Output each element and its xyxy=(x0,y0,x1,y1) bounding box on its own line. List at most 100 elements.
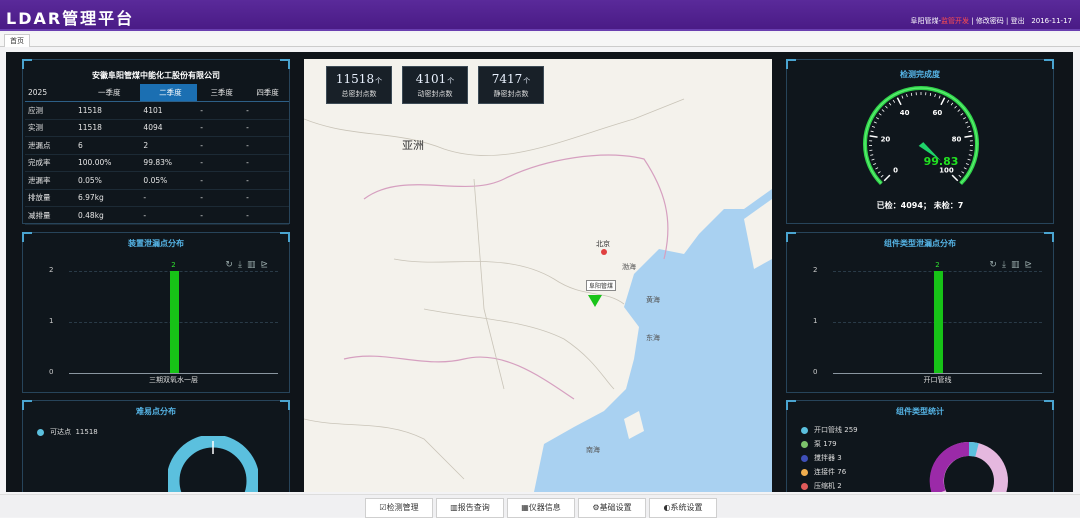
x-tick-label: 开口管线 xyxy=(924,375,952,385)
table-cell: 2 xyxy=(140,137,197,155)
nav-reports[interactable]: ▥报告查询 xyxy=(436,498,504,518)
row-label: 排放量 xyxy=(25,189,75,207)
map-marker-label: 阜阳管煤 xyxy=(586,280,616,291)
gauge-tick xyxy=(882,110,884,112)
map-view[interactable]: 亚洲 北京 阜阳管煤 渤海 黄海 东海 南海 11518个 总密封点数 4101… xyxy=(304,59,772,492)
bar-value-label: 2 xyxy=(935,261,939,269)
quarter-tab-1[interactable]: 一季度 xyxy=(75,84,140,102)
row-label: 实测 xyxy=(25,119,75,137)
dashboard: 安徽阜阳管煤中能化工股份有限公司 2025 一季度 二季度 三季度 四季度 应测… xyxy=(6,52,1073,492)
nav-inspection[interactable]: ☑检测管理 xyxy=(365,498,433,518)
legend-item[interactable]: 连接件 76 xyxy=(801,467,846,477)
table-row: 排放量6.97kg--- xyxy=(25,189,289,207)
legend-value: 179 xyxy=(823,440,836,448)
table-row: 实测115184094-- xyxy=(25,119,289,137)
table-header-row: 2025 一季度 二季度 三季度 四季度 xyxy=(25,84,289,102)
table-cell: 11518 xyxy=(75,102,140,120)
table-cell: - xyxy=(140,207,197,225)
checked-count: 4094 xyxy=(901,201,923,210)
legend-item[interactable]: 压缩机 2 xyxy=(801,481,842,491)
y-tick-label: 0 xyxy=(813,368,817,376)
donut-slice[interactable] xyxy=(969,449,977,450)
table-cell: - xyxy=(197,119,243,137)
logout-link[interactable]: 登出 xyxy=(1011,17,1025,25)
row-label: 泄漏点 xyxy=(25,137,75,155)
legend-value: 2 xyxy=(837,482,841,490)
table-row: 泄漏点62-- xyxy=(25,137,289,155)
gauge-tick xyxy=(955,106,957,108)
table-cell: - xyxy=(243,119,289,137)
quarter-tab-3[interactable]: 三季度 xyxy=(197,84,243,102)
table-cell: - xyxy=(197,154,243,172)
legend-item[interactable]: 开口管线 259 xyxy=(801,425,858,435)
type-stats-title: 组件类型统计 xyxy=(787,406,1053,417)
legend-item[interactable]: 泵 179 xyxy=(801,439,837,449)
table-cell: - xyxy=(197,137,243,155)
map-label-asia: 亚洲 xyxy=(402,137,424,153)
change-password-link[interactable]: 修改密码 xyxy=(976,17,1004,25)
gauge-tick xyxy=(878,172,880,174)
gauge-tick xyxy=(958,110,960,112)
bar-value-label: 2 xyxy=(171,261,175,269)
gauge-tick xyxy=(872,126,875,127)
nav-base-settings[interactable]: ⚙基础设置 xyxy=(578,498,646,518)
bar[interactable] xyxy=(934,271,943,373)
taiwan-land xyxy=(624,411,644,439)
tab-home[interactable]: 首页 xyxy=(4,34,30,47)
quarter-tab-2[interactable]: 二季度 xyxy=(140,84,197,102)
bottom-nav: ☑检测管理 ▥报告查询 ▦仪器信息 ⚙基础设置 ◐系统设置 xyxy=(0,494,1080,517)
y-tick-label: 1 xyxy=(813,317,817,325)
donut-slice[interactable] xyxy=(937,449,969,492)
legend-label: 压缩机 xyxy=(814,482,835,490)
gauge-tick xyxy=(962,172,964,174)
gauge-tick xyxy=(951,103,953,105)
legend-value: 76 xyxy=(837,468,846,476)
kpi-dynamic: 4101个 动密封点数 xyxy=(402,66,468,104)
japan-land xyxy=(744,199,772,269)
gauge-tick xyxy=(875,168,878,169)
table-cell: - xyxy=(197,207,243,225)
gauge-tick xyxy=(879,113,881,115)
kpi-total-label: 总密封点数 xyxy=(327,89,391,99)
type-leak-panel: 组件类型泄漏点分布 ↻⤓▥⊵ 0122开口管线 xyxy=(786,232,1054,393)
table-cell: - xyxy=(197,102,243,120)
table-cell: - xyxy=(197,189,243,207)
map-label-southsea: 南海 xyxy=(586,445,600,455)
gauge-tick xyxy=(889,103,891,105)
quarter-tab-4[interactable]: 四季度 xyxy=(243,84,289,102)
bar[interactable] xyxy=(170,271,179,373)
legend-dot xyxy=(37,429,44,436)
kpi-unit: 个 xyxy=(375,77,382,85)
table-cell: - xyxy=(243,137,289,155)
gauge-tick xyxy=(965,122,968,123)
app-title: LDAR管理平台 xyxy=(6,5,134,29)
gauge-title: 检测完成度 xyxy=(787,69,1053,80)
legend-item[interactable]: 可达点 11518 xyxy=(37,427,98,437)
kpi-unit: 个 xyxy=(523,77,530,85)
gauge-tick xyxy=(906,94,907,97)
table-cell: 4101 xyxy=(140,102,197,120)
summary-panel: 安徽阜阳管煤中能化工股份有限公司 2025 一季度 二季度 三季度 四季度 应测… xyxy=(22,59,290,224)
legend-dot xyxy=(801,441,808,448)
user-bar: 阜阳管煤-监管开发 | 修改密码 | 登出 2016-11-17 xyxy=(910,16,1072,26)
gauge-tick xyxy=(964,168,967,169)
legend-dot xyxy=(801,427,808,434)
legend-dot xyxy=(801,483,808,490)
nav-instruments[interactable]: ▦仪器信息 xyxy=(507,498,575,518)
gauge-tick xyxy=(893,100,895,103)
capital-marker xyxy=(601,249,607,255)
gauge-tick xyxy=(884,175,890,181)
table-cell: - xyxy=(243,154,289,172)
nav-system-settings[interactable]: ◐系统设置 xyxy=(649,498,717,518)
summary-table: 2025 一季度 二季度 三季度 四季度 应测115184101--实测1151… xyxy=(25,84,289,225)
gauge-tick xyxy=(968,131,971,132)
gauge-tick-label: 40 xyxy=(900,109,910,117)
table-cell: - xyxy=(140,189,197,207)
table-cell: 100.00% xyxy=(75,154,140,172)
gauge-tick-label: 60 xyxy=(932,109,942,117)
legend-value: 3 xyxy=(837,454,841,462)
table-cell: - xyxy=(243,102,289,120)
type-stats-panel: 组件类型统计 开口管线 259 泵 179 搅拌器 3 连接件 76 压缩机 2 xyxy=(786,400,1054,492)
legend-item[interactable]: 搅拌器 3 xyxy=(801,453,842,463)
row-label: 泄漏率 xyxy=(25,172,75,190)
